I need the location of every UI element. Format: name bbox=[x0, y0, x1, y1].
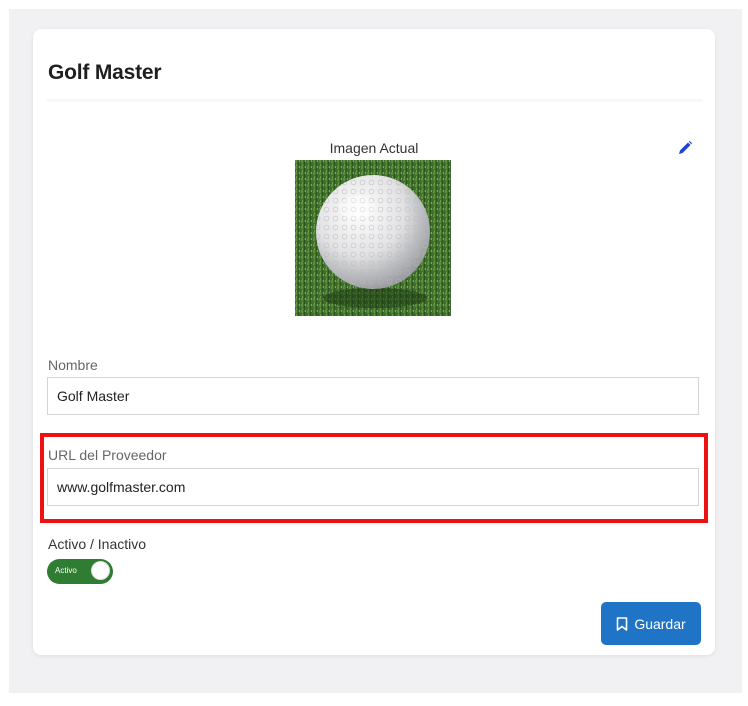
highlight-box bbox=[40, 433, 708, 523]
toggle-text: Activo bbox=[55, 566, 77, 575]
golf-ball-image bbox=[295, 160, 451, 316]
status-label: Activo / Inactivo bbox=[48, 536, 147, 552]
save-button[interactable]: Guardar bbox=[601, 602, 701, 645]
bookmark-icon bbox=[616, 616, 628, 631]
save-button-label: Guardar bbox=[634, 615, 686, 632]
active-toggle[interactable]: Activo bbox=[47, 559, 113, 584]
supplier-card: Golf Master Imagen Actual Nombre Golf Ma… bbox=[33, 29, 715, 655]
card-title: Golf Master bbox=[48, 61, 162, 84]
name-input[interactable] bbox=[47, 377, 699, 415]
toggle-knob bbox=[91, 561, 110, 580]
title-divider bbox=[47, 99, 703, 103]
name-label: Nombre bbox=[48, 357, 98, 373]
current-image-label: Imagen Actual bbox=[329, 140, 419, 156]
